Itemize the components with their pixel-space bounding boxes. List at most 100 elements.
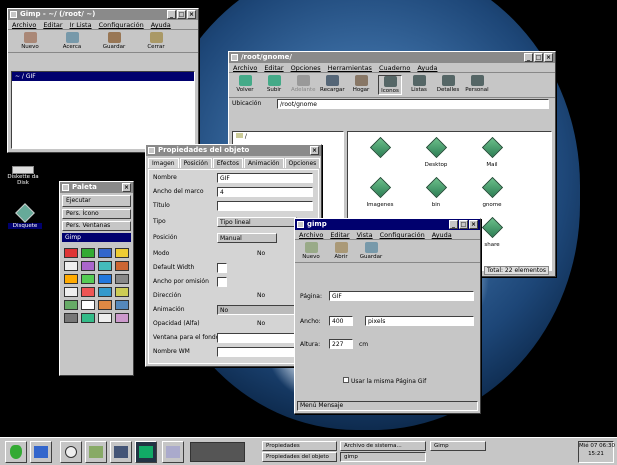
home-button[interactable]: Hogar <box>349 75 373 95</box>
minimize-button[interactable]: _ <box>524 53 533 62</box>
palette-titlebar[interactable]: Paleta × <box>60 182 133 193</box>
tab-animacion[interactable]: Animación <box>243 158 284 168</box>
width-unit-select[interactable]: pixels <box>365 316 474 326</box>
tool-icon[interactable] <box>64 300 78 310</box>
menu-opciones[interactable]: Opciones <box>291 63 321 72</box>
document-list[interactable]: ~ / GIF <box>11 71 195 149</box>
file-icon-item[interactable] <box>366 136 394 162</box>
width-input[interactable]: 400 <box>329 316 353 326</box>
window-menu-icon[interactable] <box>148 147 155 154</box>
about-button[interactable]: Acerca <box>60 32 84 50</box>
forward-button[interactable]: Adelante <box>291 75 315 95</box>
file-icon-item[interactable]: Imagenes <box>366 176 394 208</box>
launcher-button[interactable] <box>135 441 157 463</box>
same-page-checkbox[interactable]: Usar la misma Página Gif <box>343 377 426 385</box>
back-button[interactable]: Volver <box>233 75 257 95</box>
menu-archivo[interactable]: Archivo <box>233 63 257 72</box>
tab-posicion[interactable]: Posición <box>179 158 212 168</box>
menu-configuracion[interactable]: Configuración <box>380 230 425 239</box>
tool-icon[interactable] <box>81 274 95 284</box>
list-item[interactable]: ~ / GIF <box>12 72 194 81</box>
panel-item-gimp[interactable]: Gimp <box>62 233 131 242</box>
tool-icon[interactable] <box>115 313 129 323</box>
default-width-check[interactable] <box>217 263 227 273</box>
tool-icon[interactable] <box>115 261 129 271</box>
menu-cuaderno[interactable]: Cuaderno <box>379 63 410 72</box>
task-button[interactable]: Archivo de sistema... <box>340 441 426 451</box>
tab-opciones[interactable]: Opciones <box>284 158 321 168</box>
tree-item[interactable]: / <box>233 132 343 141</box>
menu-ayuda[interactable]: Ayuda <box>417 63 437 72</box>
help-button[interactable] <box>60 441 82 463</box>
maximize-button[interactable]: □ <box>177 10 186 19</box>
window-menu-icon[interactable] <box>62 184 69 191</box>
tool-icon[interactable] <box>98 300 112 310</box>
file-icon-item[interactable]: share <box>478 216 506 248</box>
tool-icon[interactable] <box>98 287 112 297</box>
default-width-alt-check[interactable] <box>217 277 227 287</box>
position-select[interactable]: Manual <box>217 233 277 243</box>
close-button[interactable]: × <box>122 183 131 192</box>
new-button[interactable]: Nuevo <box>18 32 42 50</box>
menu-vista[interactable]: Vista <box>357 230 373 239</box>
tab-imagen[interactable]: Imagen <box>148 158 179 168</box>
tool-icon[interactable] <box>98 261 112 271</box>
desktop-icon-disk[interactable]: Disquete <box>8 203 42 229</box>
gimp-dialog-window[interactable]: gimp _ □ × Archivo Editar Vista Configurac… <box>294 218 481 414</box>
new-button[interactable]: Nuevo <box>299 242 323 260</box>
menu-herramientas[interactable]: Herramientas <box>328 63 372 72</box>
file-icon-item[interactable]: Mail <box>478 136 506 168</box>
open-button[interactable]: Abrir <box>329 242 353 260</box>
maximize-button[interactable]: □ <box>459 220 468 229</box>
menu-ayuda[interactable]: Ayuda <box>432 230 452 239</box>
launcher-button[interactable] <box>162 441 184 463</box>
save-button[interactable]: Guardar <box>102 32 126 50</box>
close-button[interactable]: × <box>310 146 319 155</box>
location-input[interactable]: /root/gnome <box>277 99 549 109</box>
minimize-button[interactable]: _ <box>167 10 176 19</box>
task-button[interactable]: Gimp <box>430 441 486 451</box>
file-icon-item[interactable]: gnome <box>478 176 506 208</box>
up-button[interactable]: Subir <box>262 75 286 95</box>
tool-icon[interactable] <box>64 287 78 297</box>
panel-item-ejecutar[interactable]: Ejecutar <box>62 195 131 207</box>
name-input[interactable]: GIF <box>217 173 313 183</box>
menu-ayuda[interactable]: Ayuda <box>151 20 171 29</box>
tool-icon[interactable] <box>115 300 129 310</box>
file-icon-item[interactable]: bin <box>422 176 450 208</box>
tool-icon[interactable] <box>81 248 95 258</box>
icons-view-button[interactable]: Iconos <box>378 75 402 95</box>
close-button[interactable]: × <box>187 10 196 19</box>
panel-item-ventanas[interactable]: Pers. Ventanas <box>62 221 131 231</box>
properties-titlebar[interactable]: Propiedades del objeto × <box>146 145 321 156</box>
tool-icon[interactable] <box>115 287 129 297</box>
menu-ir-lista[interactable]: Ir Lista <box>70 20 92 29</box>
tool-icon[interactable] <box>64 274 78 284</box>
tool-icon[interactable] <box>98 274 112 284</box>
tool-icon[interactable] <box>98 313 112 323</box>
task-button[interactable]: Propiedades del objeto <box>262 452 337 462</box>
menu-editar[interactable]: Editar <box>264 63 283 72</box>
gimp-dialog-titlebar[interactable]: gimp _ □ × <box>295 219 480 230</box>
tool-icon[interactable] <box>115 248 129 258</box>
menu-editar[interactable]: Editar <box>330 230 349 239</box>
gimp-titlebar[interactable]: Gimp - ~/ (/root/ ~) _ □ × <box>8 9 198 20</box>
launcher-button[interactable] <box>30 441 52 463</box>
tool-icon[interactable] <box>81 300 95 310</box>
close-doc-button[interactable]: Cerrar <box>144 32 168 50</box>
tool-icon[interactable] <box>64 261 78 271</box>
minimize-button[interactable]: _ <box>449 220 458 229</box>
menu-configuracion[interactable]: Configuración <box>99 20 144 29</box>
list-view-button[interactable]: Listas <box>407 75 431 95</box>
task-button-active[interactable]: gimp <box>340 452 426 462</box>
launcher-button[interactable] <box>85 441 107 463</box>
file-icon-item[interactable]: Desktop <box>422 136 450 168</box>
filemanager-titlebar[interactable]: /root/gnome/ _ □ × <box>229 52 555 63</box>
save-button[interactable]: Guardar <box>359 242 383 260</box>
menu-archivo[interactable]: Archivo <box>12 20 36 29</box>
tool-icon[interactable] <box>64 248 78 258</box>
gimp-main-window[interactable]: Gimp - ~/ (/root/ ~) _ □ × Archivo Editar … <box>7 8 199 153</box>
tool-icon[interactable] <box>115 274 129 284</box>
border-width-input[interactable]: 4 <box>217 187 313 197</box>
menu-editar[interactable]: Editar <box>43 20 62 29</box>
